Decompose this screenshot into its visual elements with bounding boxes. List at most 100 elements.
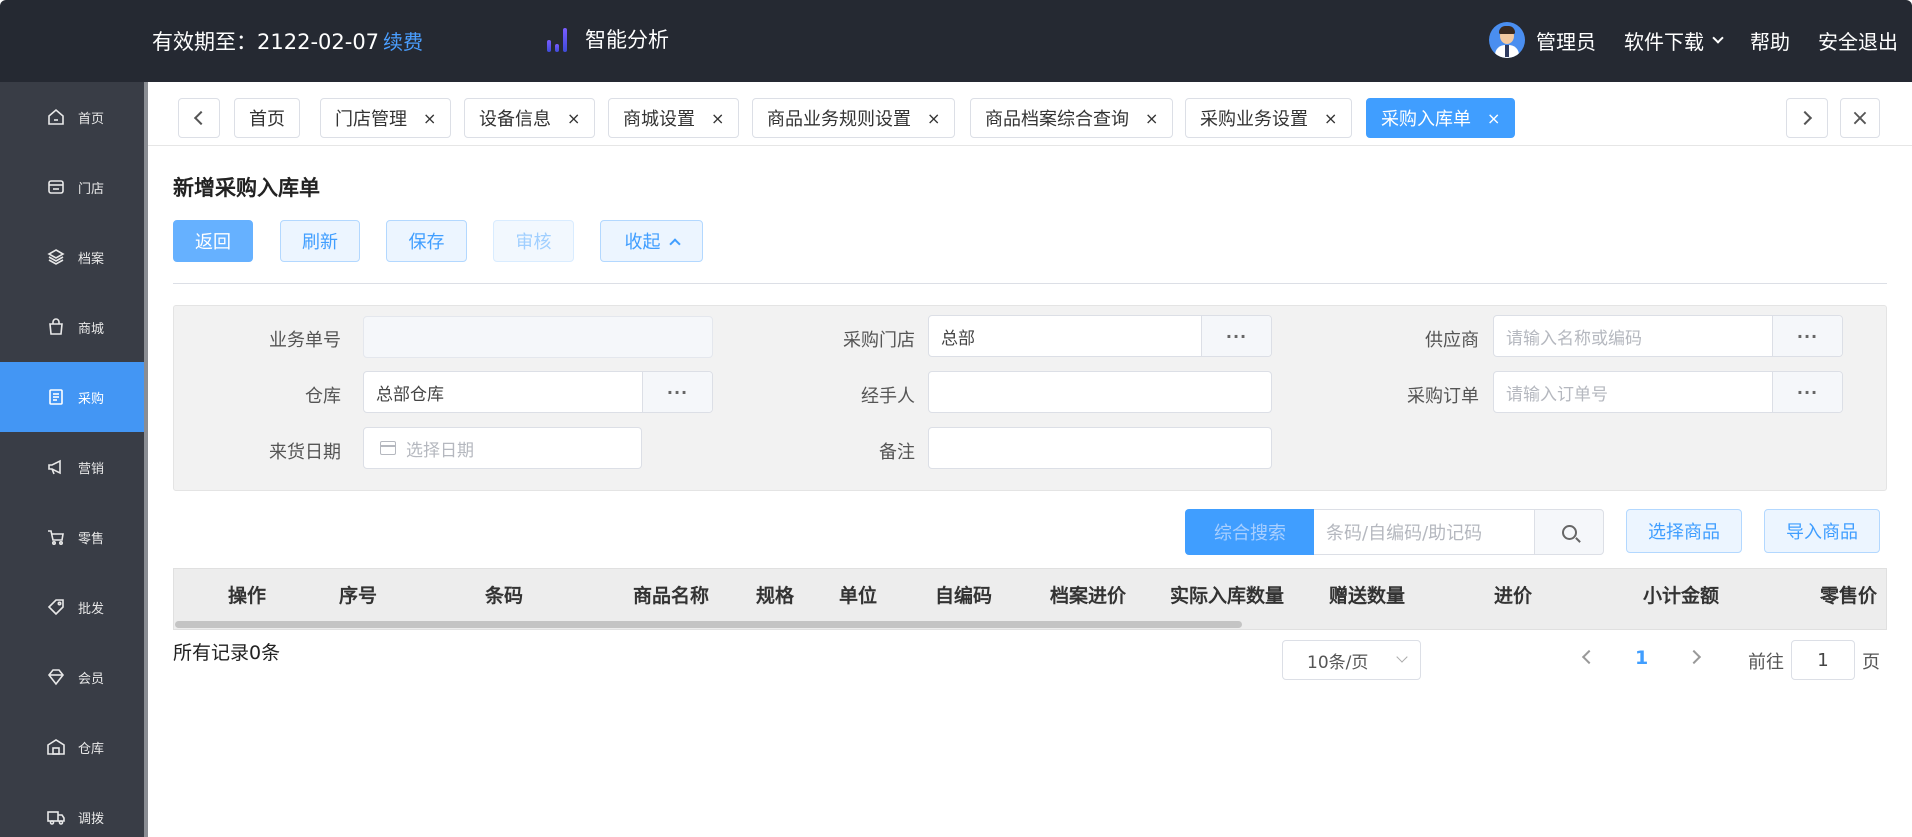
refresh-button[interactable]: 刷新 [280, 220, 360, 262]
comprehensive-search-button[interactable]: 综合搜索 [1185, 509, 1315, 555]
purchase-store-label: 采购门店 [843, 330, 915, 351]
sidebar-item-label: 商城 [78, 321, 105, 337]
tab-goods-archive-query[interactable]: 商品档案综合查询 × [970, 98, 1174, 138]
renew-link[interactable]: 续费 [383, 30, 423, 54]
help-link[interactable]: 帮助 [1750, 26, 1790, 55]
supplier-field[interactable]: 请输入名称或编码 ··· [1493, 315, 1843, 357]
more-icon[interactable]: ··· [1772, 372, 1842, 412]
handler-field[interactable] [928, 371, 1272, 413]
save-button[interactable]: 保存 [386, 220, 467, 262]
import-goods-button[interactable]: 导入商品 [1764, 509, 1880, 553]
warehouse-field[interactable]: 总部仓库 ··· [363, 371, 713, 413]
warehouse-icon [47, 739, 65, 755]
page-size-select[interactable]: 10条/页 [1282, 640, 1421, 680]
close-icon[interactable]: × [567, 109, 580, 128]
analytics-logo-icon [545, 24, 573, 54]
logout-label: 安全退出 [1818, 29, 1898, 54]
more-icon[interactable]: ··· [642, 372, 712, 412]
close-icon[interactable]: × [711, 109, 724, 128]
smart-analysis-link[interactable]: 智能分析 [545, 24, 669, 54]
close-icon[interactable]: × [1145, 109, 1158, 128]
sidebar-item-purchase[interactable]: 采购 [0, 362, 148, 432]
brand-label: 智能分析 [585, 28, 669, 52]
close-icon[interactable]: × [1487, 109, 1500, 128]
column-header: 零售价 [1820, 585, 1878, 607]
layers-icon [47, 249, 65, 265]
megaphone-icon [48, 459, 61, 475]
tab-goods-business-rules[interactable]: 商品业务规则设置 × [752, 98, 956, 138]
purchase-store-field[interactable]: 总部 ··· [928, 315, 1272, 357]
sidebar-item-archive[interactable]: 档案 [0, 222, 148, 292]
column-header: 档案进价 [1050, 585, 1127, 607]
home-icon [48, 108, 64, 125]
chevron-up-icon [668, 237, 681, 250]
more-icon[interactable]: ··· [1772, 316, 1842, 356]
arrival-date-picker[interactable]: 选择日期 [363, 427, 642, 469]
tab-purchase-receipt[interactable]: 采购入库单 × [1366, 98, 1516, 138]
tab-home[interactable]: 首页 [234, 98, 300, 138]
close-icon[interactable]: × [927, 109, 940, 128]
validity-label: 有效期至： [152, 30, 257, 54]
tab-label: 采购业务设置 [1200, 109, 1308, 130]
goto-label: 前往 [1748, 652, 1784, 673]
sidebar-item-wholesale[interactable]: 批发 [0, 572, 148, 642]
sidebar-item-label: 首页 [78, 111, 105, 127]
tab-mall-settings[interactable]: 商城设置 × [608, 98, 740, 138]
user-menu[interactable]: 管理员 [1489, 22, 1596, 58]
goods-table: 操作 序号 条码 商品名称 规格 单位 自编码 档案进价 实际入库数量 赠送数量… [173, 568, 1887, 630]
search-placeholder: 条码/自编码/助记码 [1326, 523, 1483, 544]
tabs-scroll-left-button[interactable] [178, 98, 220, 138]
sidebar-item-member[interactable]: 会员 [0, 642, 148, 712]
goto-page-input[interactable]: 1 [1791, 640, 1855, 680]
avatar [1489, 22, 1525, 58]
column-header: 序号 [339, 585, 378, 607]
chevron-right-icon [1797, 110, 1813, 126]
chevron-down-icon [1712, 31, 1724, 44]
tab-store-management[interactable]: 门店管理 × [320, 98, 452, 138]
column-header: 自编码 [935, 585, 993, 607]
tag-icon [47, 599, 64, 616]
close-icon[interactable]: × [423, 109, 436, 128]
tab-device-info[interactable]: 设备信息 × [464, 98, 596, 138]
audit-button[interactable]: 审核 [493, 220, 574, 262]
sidebar-item-transfer[interactable]: 调拨 [0, 782, 148, 837]
sidebar-item-label: 档案 [78, 251, 105, 267]
software-download-menu[interactable]: 软件下载 [1624, 26, 1724, 55]
top-right-menu: 管理员 软件下载 帮助 安全退出 [1489, 22, 1898, 58]
goods-search-input[interactable]: 条码/自编码/助记码 [1314, 509, 1535, 555]
sidebar-item-label: 采购 [78, 391, 105, 407]
sidebar-item-mall[interactable]: 商城 [0, 292, 148, 362]
prev-page-icon[interactable] [1581, 649, 1597, 665]
table-horizontal-scrollbar[interactable] [175, 621, 1242, 628]
collapse-button[interactable]: 收起 [600, 220, 703, 262]
order-no-field[interactable] [363, 316, 713, 358]
sidebar-item-warehouse[interactable]: 仓库 [0, 712, 148, 782]
page-title: 新增采购入库单 [173, 176, 320, 200]
purchase-order-field[interactable]: 请输入订单号 ··· [1493, 371, 1843, 413]
page-number-current[interactable]: 1 [1635, 647, 1648, 669]
search-button[interactable] [1534, 509, 1604, 555]
tab-purchase-business-settings[interactable]: 采购业务设置 × [1185, 98, 1353, 138]
remark-field[interactable] [928, 427, 1272, 469]
tab-label: 商城设置 [623, 109, 695, 130]
sidebar-item-retail[interactable]: 零售 [0, 502, 148, 572]
back-button[interactable]: 返回 [173, 220, 253, 262]
more-icon[interactable]: ··· [1201, 316, 1271, 356]
column-header: 商品名称 [633, 585, 710, 607]
column-header: 规格 [756, 585, 795, 607]
select-goods-button[interactable]: 选择商品 [1626, 509, 1742, 553]
close-all-tabs-button[interactable]: × [1840, 98, 1880, 138]
logout-link[interactable]: 安全退出 [1818, 26, 1898, 55]
sidebar-item-store[interactable]: 门店 [0, 152, 148, 222]
help-label: 帮助 [1750, 29, 1790, 54]
tabs-scroll-right-button[interactable] [1786, 98, 1828, 138]
column-header: 操作 [228, 585, 267, 607]
next-page-icon[interactable] [1686, 649, 1702, 665]
sidebar-item-home[interactable]: 首页 [0, 82, 148, 152]
warehouse-value: 总部仓库 [376, 384, 444, 405]
order-no-label: 业务单号 [269, 330, 341, 351]
close-icon[interactable]: × [1324, 109, 1337, 128]
sidebar-item-marketing[interactable]: 营销 [0, 432, 148, 502]
column-header: 小计金额 [1643, 585, 1720, 607]
calendar-icon [380, 441, 396, 455]
